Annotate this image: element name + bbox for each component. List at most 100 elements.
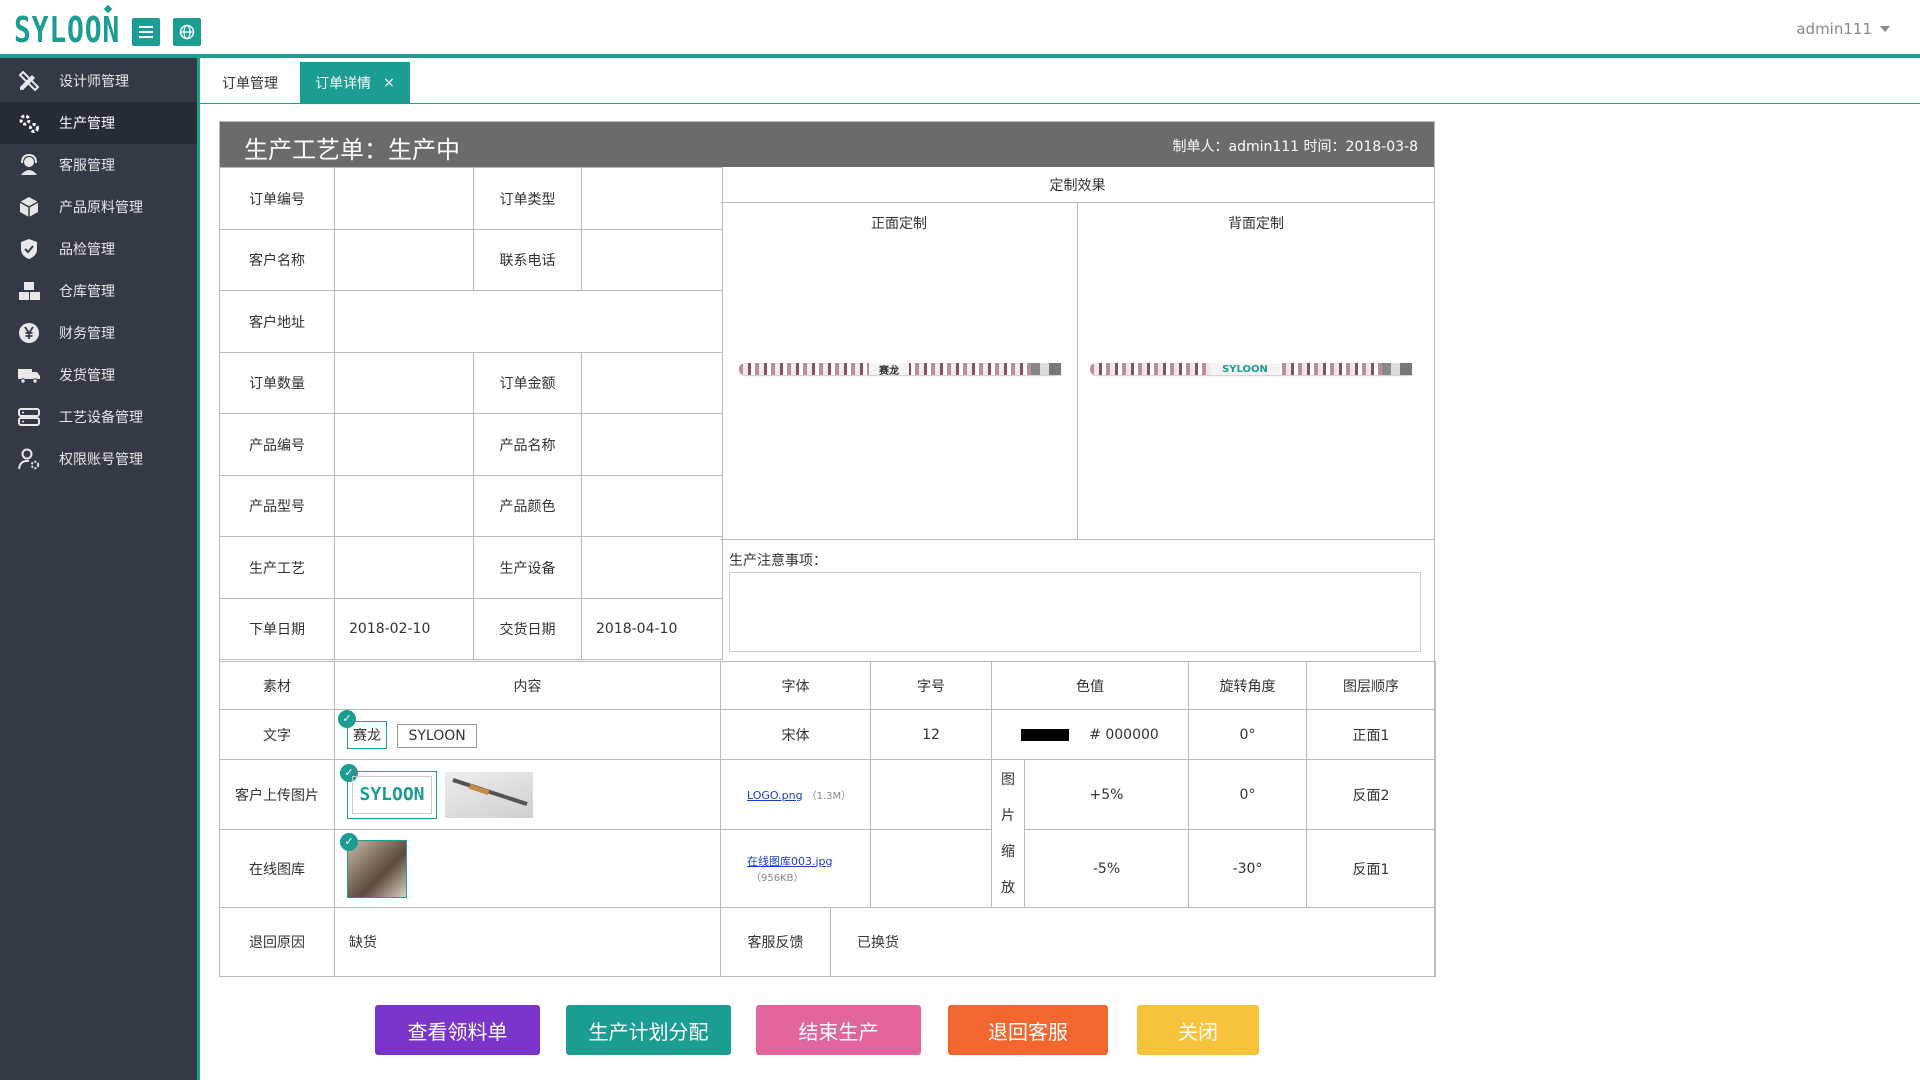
header-cell: 字号 — [870, 661, 992, 710]
app-logo[interactable]: SYLOON — [14, 10, 120, 51]
cell-label: 订单金额 — [473, 352, 582, 414]
notes-textarea[interactable] — [729, 572, 1421, 652]
quantity-value — [334, 352, 474, 414]
gallery-content-cell: ✓ — [334, 829, 721, 908]
notes-label: 生产注意事项： — [729, 553, 827, 569]
shield-check-icon — [16, 236, 42, 262]
tab-order-management[interactable]: 订单管理 — [200, 62, 300, 103]
logo-thumbnail[interactable]: ✓ SYLOON — [340, 763, 437, 819]
sidebar-item-label: 发货管理 — [59, 368, 115, 384]
scale-label: 图 片 缩 放 — [991, 759, 1025, 908]
tag-label: 赛龙 — [353, 727, 381, 744]
amount-value — [581, 352, 723, 414]
logo-text: SYLOON — [352, 775, 432, 814]
cell-label: 生产工艺 — [219, 536, 335, 599]
boxes-icon — [16, 278, 42, 304]
scale-value: +5% — [1024, 759, 1189, 830]
row-label: 在线图库 — [219, 829, 335, 908]
sidebar-item-label: 工艺设备管理 — [59, 410, 143, 426]
sidebar-item-accounts[interactable]: 权限账号管理 — [0, 438, 197, 480]
header-cell: 图层顺序 — [1306, 661, 1436, 710]
check-icon: ✓ — [338, 709, 356, 728]
effect-title: 定制效果 — [721, 167, 1434, 203]
sidebar-item-warehouse[interactable]: 仓库管理 — [0, 270, 197, 312]
scale-char: 图 — [1001, 771, 1015, 788]
cell-label: 生产设备 — [473, 536, 582, 599]
tab-order-detail[interactable]: 订单详情 × — [300, 62, 410, 103]
back-pencil-image: SYLOON — [1090, 363, 1412, 375]
layer-value: 正面1 — [1306, 709, 1436, 760]
header-cell: 色值 — [991, 661, 1189, 710]
header-cell: 内容 — [334, 661, 721, 710]
upload-content-cell: ✓ SYLOON — [334, 759, 721, 830]
gears-icon — [16, 110, 42, 136]
assign-plan-button[interactable]: 生产计划分配 — [566, 1005, 731, 1055]
row-label: 客户上传图片 — [219, 759, 335, 830]
menu-toggle-icon[interactable] — [132, 18, 160, 46]
button-label: 退回客服 — [988, 1019, 1068, 1044]
button-label: 关闭 — [1178, 1019, 1218, 1044]
production-sheet: 生产工艺单：生产中 制单人：admin111 时间：2018-03-8 订单编号… — [219, 121, 1436, 977]
view-picklist-button[interactable]: 查看领料单 — [375, 1005, 540, 1055]
size-value: 12 — [870, 709, 992, 760]
tab-label: 订单详情 — [315, 75, 372, 92]
sidebar-item-shipping[interactable]: 发货管理 — [0, 354, 197, 396]
sidebar-item-equipment[interactable]: 工艺设备管理 — [0, 396, 197, 438]
order-date-value: 2018-02-10 — [334, 598, 474, 660]
sidebar-item-customer-service[interactable]: 客服管理 — [0, 144, 197, 186]
rotation-value: 0° — [1188, 759, 1307, 830]
button-label: 查看领料单 — [407, 1019, 508, 1044]
gallery-thumbnail[interactable]: ✓ — [340, 832, 407, 898]
globe-icon[interactable] — [173, 18, 201, 46]
file-link[interactable]: 在线图库003.jpg — [747, 855, 833, 868]
feedback-value: 已换货 — [857, 935, 899, 951]
sidebar-item-finance[interactable]: 财务管理 — [0, 312, 197, 354]
check-icon: ✓ — [340, 832, 358, 851]
front-label: 正面定制 — [871, 216, 927, 232]
close-button[interactable]: 关闭 — [1137, 1005, 1259, 1055]
front-pencil-image: 赛龙 — [739, 363, 1061, 377]
empty-cell — [870, 759, 992, 830]
product-name-value — [581, 413, 723, 476]
user-gear-icon — [16, 446, 42, 472]
back-preview: 背面定制 SYLOON — [1078, 203, 1434, 539]
header-cell: 旋转角度 — [1188, 661, 1307, 710]
sidebar-item-label: 仓库管理 — [59, 284, 115, 300]
sidebar-item-designer[interactable]: 设计师管理 — [0, 60, 197, 102]
tab-label: 订单管理 — [222, 75, 278, 92]
pencil-photo-thumbnail[interactable] — [445, 771, 534, 818]
custom-effect-panel: 定制效果 正面定制 赛龙 背面定制 SYLOON — [721, 167, 1434, 539]
rotation-value: 0° — [1188, 709, 1307, 760]
scale-char: 片 — [1001, 807, 1015, 824]
front-pencil-text: 赛龙 — [869, 363, 909, 377]
file-link[interactable]: LOGO.png — [747, 789, 803, 802]
delivery-date-value: 2018-04-10 — [581, 598, 723, 660]
empty-cell — [870, 829, 992, 908]
text-tag[interactable]: SYLOON — [397, 723, 477, 748]
scale-char: 放 — [1001, 879, 1015, 896]
file-cell: LOGO.png （1.3M） — [720, 759, 871, 830]
cell-label: 产品颜色 — [473, 475, 582, 537]
equipment-value — [581, 536, 723, 599]
user-menu[interactable]: admin111 — [1796, 20, 1890, 38]
sidebar-item-label: 客服管理 — [59, 158, 115, 174]
sidebar-item-materials[interactable]: 产品原料管理 — [0, 186, 197, 228]
finish-production-button[interactable]: 结束生产 — [756, 1005, 921, 1055]
order-info-table: 订单编号 订单类型 客户名称 联系电话 客户地址 订单数量 订单金额 产品编号 产品名称… — [219, 167, 723, 660]
sidebar-item-label: 财务管理 — [59, 326, 115, 342]
tag-label: SYLOON — [408, 727, 466, 744]
yen-icon — [16, 320, 42, 346]
product-no-value — [334, 413, 474, 476]
sidebar-item-production[interactable]: 生产管理 — [0, 102, 197, 144]
return-to-service-button[interactable]: 退回客服 — [948, 1005, 1108, 1055]
header-cell: 字体 — [720, 661, 871, 710]
back-label: 背面定制 — [1228, 216, 1284, 232]
text-content-cell: ✓ 赛龙 SYLOON — [334, 709, 721, 760]
feedback-label: 客服反馈 — [721, 908, 831, 976]
close-icon[interactable]: × — [383, 75, 395, 91]
text-tag-selected[interactable]: ✓ 赛龙 — [338, 709, 387, 749]
layer-value: 反面1 — [1306, 829, 1436, 908]
sidebar-item-quality[interactable]: 品检管理 — [0, 228, 197, 270]
sidebar-item-label: 产品原料管理 — [59, 200, 143, 216]
sheet-meta: 制单人：admin111 时间：2018-03-8 — [1172, 139, 1419, 155]
